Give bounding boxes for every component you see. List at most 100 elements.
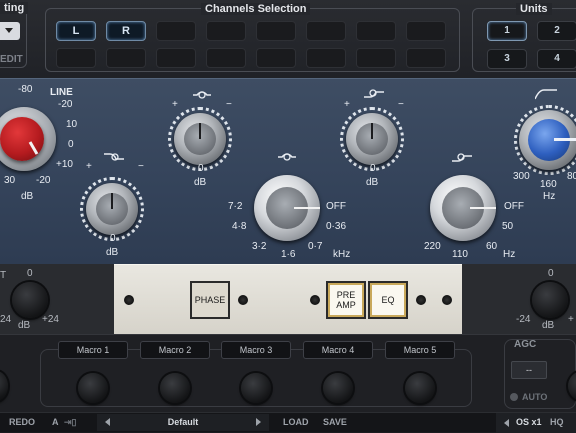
os-selector[interactable]: OS x1 HQ <box>496 413 576 433</box>
high-shelf-icon <box>364 87 384 99</box>
macros-panel: Macro 1 Macro 2 Macro 3 Macro 4 Macro 5 … <box>0 334 576 412</box>
setting-title: ting <box>0 2 29 14</box>
unit-2-button[interactable]: 2 <box>537 21 576 41</box>
trim-right-knob[interactable] <box>532 282 568 318</box>
channel-slot[interactable] <box>106 48 146 68</box>
trim-left-zero: 0 <box>27 268 33 279</box>
plus-label: + <box>86 161 92 172</box>
agc-value-display[interactable]: -- <box>511 361 547 379</box>
screw-icon <box>416 295 426 305</box>
minus-label: − <box>138 161 144 172</box>
macro-2-knob[interactable] <box>160 373 190 403</box>
channel-slot[interactable] <box>206 21 246 41</box>
prev-os-icon[interactable] <box>504 419 509 427</box>
ab-compare-button[interactable]: A <box>52 417 59 427</box>
phase-button[interactable]: PHASE <box>190 281 230 319</box>
channel-slot[interactable] <box>356 21 396 41</box>
macro-3-label[interactable]: Macro 3 <box>221 341 291 359</box>
hpf-scale-label: 160 <box>540 179 557 190</box>
mid-freq-knob[interactable] <box>254 175 320 241</box>
macro-3-knob[interactable] <box>241 373 271 403</box>
channel-slot[interactable] <box>406 48 446 68</box>
trim-left-label: T <box>0 270 7 281</box>
lf-freq-label: 60 <box>486 241 498 252</box>
lf-freq-label: 220 <box>424 241 441 252</box>
trim-left-max: +24 <box>42 314 59 325</box>
lf-freq-label: 50 <box>502 221 514 232</box>
macro-4-knob[interactable] <box>323 373 353 403</box>
preamp-button[interactable]: PRE AMP <box>326 281 366 319</box>
high-shelf-icon <box>452 151 472 163</box>
mid-freq-label: 3·2 <box>252 241 267 252</box>
input-gain-knob[interactable] <box>0 107 56 171</box>
load-button[interactable]: LOAD <box>283 417 309 427</box>
preset-name: Default <box>167 417 199 427</box>
channel-slot[interactable] <box>156 21 196 41</box>
mid-freq-unit: kHz <box>333 249 351 260</box>
trim-left-min: 24 <box>0 314 12 325</box>
setting-dropdown[interactable] <box>0 22 20 40</box>
agc-title: AGC <box>514 339 537 350</box>
channel-slot[interactable] <box>156 48 196 68</box>
header-bar: ting EDIT Channels Selection L R Units 1… <box>0 0 576 78</box>
trim-left-knob[interactable] <box>12 282 48 318</box>
channel-slot[interactable] <box>356 48 396 68</box>
macro-1-label[interactable]: Macro 1 <box>58 341 128 359</box>
lf-shelf-unit: dB <box>106 247 119 258</box>
input-scale-label: -20 <box>58 99 73 110</box>
agc-auto-led[interactable] <box>510 393 518 401</box>
hpf-knob[interactable] <box>514 105 576 175</box>
eq-panel: -80 LINE -20 10 0 +10 -20 30 dB + − 0 dB… <box>0 78 576 264</box>
preset-selector[interactable]: Default <box>97 414 269 431</box>
edit-button[interactable]: EDIT <box>0 54 23 65</box>
channel-slot[interactable] <box>206 48 246 68</box>
unit-3-button[interactable]: 3 <box>487 49 527 69</box>
lf-freq-label: OFF <box>504 201 524 212</box>
screw-icon <box>442 295 452 305</box>
unit-4-button[interactable]: 4 <box>537 49 576 69</box>
macro-2-label[interactable]: Macro 2 <box>140 341 210 359</box>
macro-5-label[interactable]: Macro 5 <box>385 341 455 359</box>
input-scale-label: +10 <box>56 159 73 170</box>
channel-slot[interactable] <box>56 48 96 68</box>
trim-right-zero: 0 <box>548 268 554 279</box>
hpf-scale-label: 300 <box>513 171 530 182</box>
hf-shelf-gain-knob[interactable] <box>340 107 404 171</box>
channel-slot[interactable] <box>256 21 296 41</box>
trim-right-max: + <box>568 314 574 325</box>
channel-left-button[interactable]: L <box>56 21 96 41</box>
mid-freq-label: 0·36 <box>326 221 347 232</box>
trim-left-section: T 0 24 dB +24 <box>0 264 114 334</box>
left-edge-knob[interactable] <box>0 371 8 401</box>
input-scale-label: -80 <box>18 84 33 95</box>
trim-right-unit: dB <box>542 320 555 331</box>
next-preset-icon[interactable] <box>256 418 261 426</box>
trim-left-unit: dB <box>18 320 31 331</box>
mid-gain-knob[interactable] <box>168 107 232 171</box>
input-scale-label: 0 <box>68 139 74 150</box>
line-label: LINE <box>50 87 73 98</box>
lf-shelf-zero: 0 <box>110 233 116 244</box>
channel-slot[interactable] <box>306 48 346 68</box>
lf-freq-label: 110 <box>452 249 468 260</box>
save-button[interactable]: SAVE <box>323 417 347 427</box>
channel-right-button[interactable]: R <box>106 21 146 41</box>
macro-1-knob[interactable] <box>78 373 108 403</box>
hf-shelf-unit: dB <box>366 177 379 188</box>
copy-ab-icon[interactable]: ⇥▯ <box>64 417 77 428</box>
macro-5-knob[interactable] <box>405 373 435 403</box>
input-scale-label: -20 <box>36 175 51 186</box>
lf-shelf-gain-knob[interactable] <box>80 177 144 241</box>
lf-freq-knob[interactable] <box>430 175 496 241</box>
bell-curve-icon <box>278 149 296 161</box>
unit-1-button[interactable]: 1 <box>487 21 527 41</box>
eq-button[interactable]: EQ <box>368 281 408 319</box>
screw-icon <box>310 295 320 305</box>
channel-slot[interactable] <box>256 48 296 68</box>
agc-auto-label: AUTO <box>522 392 548 402</box>
redo-button[interactable]: REDO <box>9 417 35 427</box>
macro-4-label[interactable]: Macro 4 <box>303 341 373 359</box>
hq-label[interactable]: HQ <box>550 417 564 427</box>
channel-slot[interactable] <box>406 21 446 41</box>
channel-slot[interactable] <box>306 21 346 41</box>
